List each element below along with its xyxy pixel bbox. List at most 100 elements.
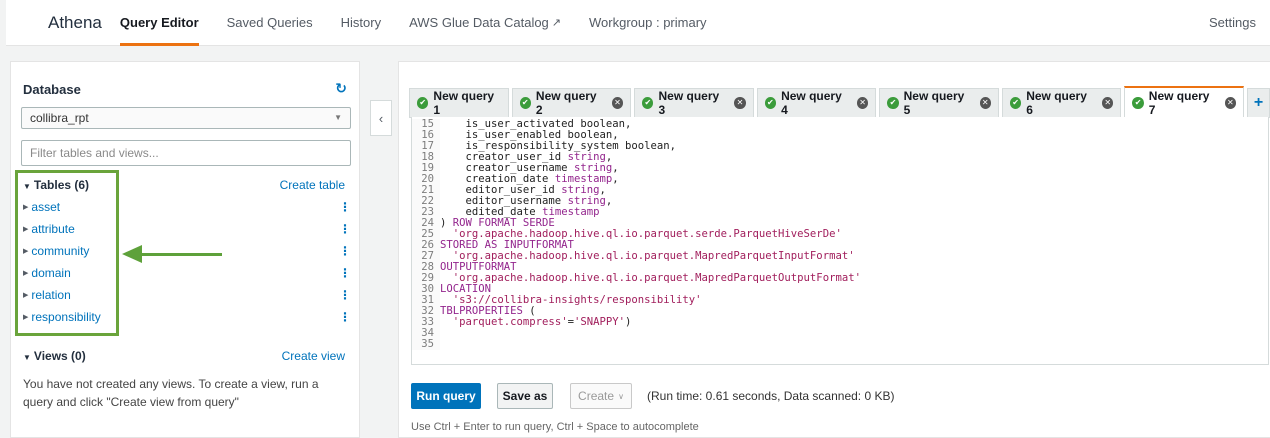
more-options-icon[interactable]: ⋮ bbox=[339, 222, 351, 236]
table-row-domain[interactable]: ▶ domain ⋮ bbox=[23, 262, 353, 284]
create-table-link[interactable]: Create table bbox=[280, 178, 345, 192]
more-options-icon[interactable]: ⋮ bbox=[339, 266, 351, 280]
nav-history[interactable]: History bbox=[341, 0, 381, 46]
code-line[interactable]: 33 'parquet.compress' = 'SNAPPY') bbox=[412, 317, 1268, 328]
table-row-relation[interactable]: ▶ relation ⋮ bbox=[23, 284, 353, 306]
table-row-attribute[interactable]: ▶ attribute ⋮ bbox=[23, 218, 353, 240]
run-status-text: (Run time: 0.61 seconds, Data scanned: 0… bbox=[647, 389, 895, 403]
check-circle-icon: ✔ bbox=[887, 97, 899, 109]
caret-right-icon: ▶ bbox=[23, 248, 29, 255]
nav-saved-queries[interactable]: Saved Queries bbox=[227, 0, 313, 46]
code-token: ) bbox=[625, 316, 632, 328]
more-options-icon[interactable]: ⋮ bbox=[339, 288, 351, 302]
table-name: responsibility bbox=[31, 310, 101, 324]
code-line[interactable]: 35 bbox=[412, 339, 1268, 350]
tab-new-query-1[interactable]: ✔ New query 1 bbox=[409, 88, 509, 118]
check-circle-icon: ✔ bbox=[417, 97, 429, 109]
more-options-icon[interactable]: ⋮ bbox=[339, 244, 351, 258]
tab-new-query-6[interactable]: ✔ New query 6 ✕ bbox=[1001, 88, 1122, 118]
collapse-sidebar-button[interactable]: ‹ bbox=[370, 100, 392, 136]
create-label: Create bbox=[578, 389, 615, 403]
tab-new-query-7[interactable]: ✔ New query 7 ✕ bbox=[1124, 86, 1245, 118]
top-nav: Athena Query Editor Saved Queries Histor… bbox=[6, 0, 1270, 46]
annotation-arrow-line bbox=[140, 253, 222, 256]
close-icon[interactable]: ✕ bbox=[856, 97, 869, 109]
caret-right-icon: ▶ bbox=[23, 270, 29, 277]
create-dropdown-button: Create ∨ bbox=[570, 383, 632, 409]
filter-tables-input[interactable] bbox=[21, 140, 351, 166]
chevron-left-icon: ‹ bbox=[378, 110, 384, 126]
caret-right-icon: ▶ bbox=[23, 314, 29, 321]
table-row-responsibility[interactable]: ▶ responsibility ⋮ bbox=[23, 306, 353, 328]
workgroup-label: Workgroup : primary bbox=[589, 15, 707, 30]
external-link-icon: ↗ bbox=[551, 17, 562, 29]
sql-editor[interactable]: 15 is_user_activated boolean, 16 is_user_… bbox=[411, 117, 1269, 365]
chevron-down-icon: ∨ bbox=[618, 391, 624, 401]
caret-down-icon: ▼ bbox=[23, 353, 31, 362]
tab-new-query-3[interactable]: ✔ New query 3 ✕ bbox=[634, 88, 754, 118]
more-options-icon[interactable]: ⋮ bbox=[339, 200, 351, 214]
views-empty-message: You have not created any views. To creat… bbox=[23, 377, 319, 409]
tables-list: ▶ asset ⋮ ▶ attribute ⋮ ▶ community ⋮ ▶ domain ⋮… bbox=[23, 196, 353, 328]
run-query-button[interactable]: Run query bbox=[411, 383, 481, 409]
table-name: relation bbox=[31, 288, 71, 302]
nav-query-editor[interactable]: Query Editor bbox=[119, 0, 199, 46]
table-name: asset bbox=[31, 200, 61, 214]
add-tab-button[interactable]: + bbox=[1247, 88, 1270, 118]
code-token: 'org.apache.hadoop.hive.ql.io.parquet.Ma… bbox=[452, 272, 861, 284]
check-circle-icon: ✔ bbox=[1132, 96, 1144, 109]
plus-icon: + bbox=[1253, 94, 1264, 111]
code-line[interactable]: 27 'org.apache.hadoop.hive.ql.io.parquet… bbox=[412, 251, 1268, 262]
close-icon[interactable]: ✕ bbox=[1224, 96, 1237, 109]
create-view-link[interactable]: Create view bbox=[282, 349, 345, 363]
save-as-button[interactable]: Save as bbox=[497, 383, 553, 409]
database-sidebar: Database ↻ collibra_rpt ▼ ▼Tables (6) Cr… bbox=[10, 61, 360, 438]
views-heading-label: Views (0) bbox=[33, 349, 86, 363]
close-icon[interactable]: ✕ bbox=[611, 97, 624, 109]
settings-link[interactable]: Settings bbox=[1209, 15, 1256, 30]
brand-title[interactable]: Athena bbox=[48, 13, 102, 33]
close-icon[interactable]: ✕ bbox=[1102, 97, 1114, 109]
tab-new-query-5[interactable]: ✔ New query 5 ✕ bbox=[879, 88, 999, 118]
query-editor-panel: ✔ New query 1 ✔ New query 2 ✕ ✔ New query 3 ✕… bbox=[398, 61, 1270, 438]
tables-heading[interactable]: ▼ Tables (6) bbox=[23, 178, 89, 192]
views-heading[interactable]: ▼ Views (0) bbox=[23, 349, 86, 363]
caret-right-icon: ▶ bbox=[23, 204, 29, 211]
code-line[interactable]: 31 's3://collibra-insights/responsibilit… bbox=[412, 295, 1268, 306]
arrow-left-icon bbox=[122, 245, 142, 263]
code-line[interactable]: 29 'org.apache.hadoop.hive.ql.io.parquet… bbox=[412, 273, 1268, 284]
more-options-icon[interactable]: ⋮ bbox=[339, 310, 351, 324]
query-tab-bar: ✔ New query 1 ✔ New query 2 ✕ ✔ New query 3 ✕… bbox=[409, 86, 1270, 118]
caret-right-icon: ▶ bbox=[23, 292, 29, 299]
refresh-icon[interactable]: ↻ bbox=[335, 80, 347, 97]
table-name: community bbox=[31, 244, 90, 258]
table-row-asset[interactable]: ▶ asset ⋮ bbox=[23, 196, 353, 218]
check-circle-icon: ✔ bbox=[519, 97, 531, 109]
nav-glue-label: AWS Glue Data Catalog bbox=[409, 15, 549, 30]
check-circle-icon: ✔ bbox=[1009, 97, 1022, 109]
line-number: 35 bbox=[412, 339, 440, 350]
caret-down-icon: ▼ bbox=[23, 182, 31, 191]
database-select[interactable]: collibra_rpt ▼ bbox=[21, 107, 351, 129]
tab-new-query-4[interactable]: ✔ New query 4 ✕ bbox=[756, 88, 877, 118]
code-token: , bbox=[605, 195, 613, 207]
close-icon[interactable]: ✕ bbox=[734, 97, 746, 109]
tab-label: New query 4 bbox=[781, 89, 842, 117]
tab-new-query-2[interactable]: ✔ New query 2 ✕ bbox=[511, 88, 632, 118]
close-icon[interactable]: ✕ bbox=[979, 97, 991, 109]
tab-label: New query 7 bbox=[1148, 88, 1210, 117]
table-row-community[interactable]: ▶ community ⋮ bbox=[23, 240, 353, 262]
database-select-value: collibra_rpt bbox=[30, 111, 89, 125]
tables-heading-label: Tables (6) bbox=[33, 178, 90, 192]
tab-label: New query 5 bbox=[903, 89, 965, 117]
chevron-down-icon: ▼ bbox=[334, 113, 342, 122]
code-line[interactable]: 34 bbox=[412, 328, 1268, 339]
keyboard-hint: Use Ctrl + Enter to run query, Ctrl + Sp… bbox=[411, 421, 699, 433]
tab-label: New query 6 bbox=[1026, 89, 1087, 117]
tab-label: New query 3 bbox=[658, 89, 720, 117]
nav-glue-data-catalog[interactable]: AWS Glue Data Catalog ↗ bbox=[409, 0, 561, 46]
check-circle-icon: ✔ bbox=[764, 97, 777, 109]
code-area[interactable]: 15 is_user_activated boolean, 16 is_user_… bbox=[412, 117, 1268, 350]
database-title: Database bbox=[23, 82, 81, 97]
